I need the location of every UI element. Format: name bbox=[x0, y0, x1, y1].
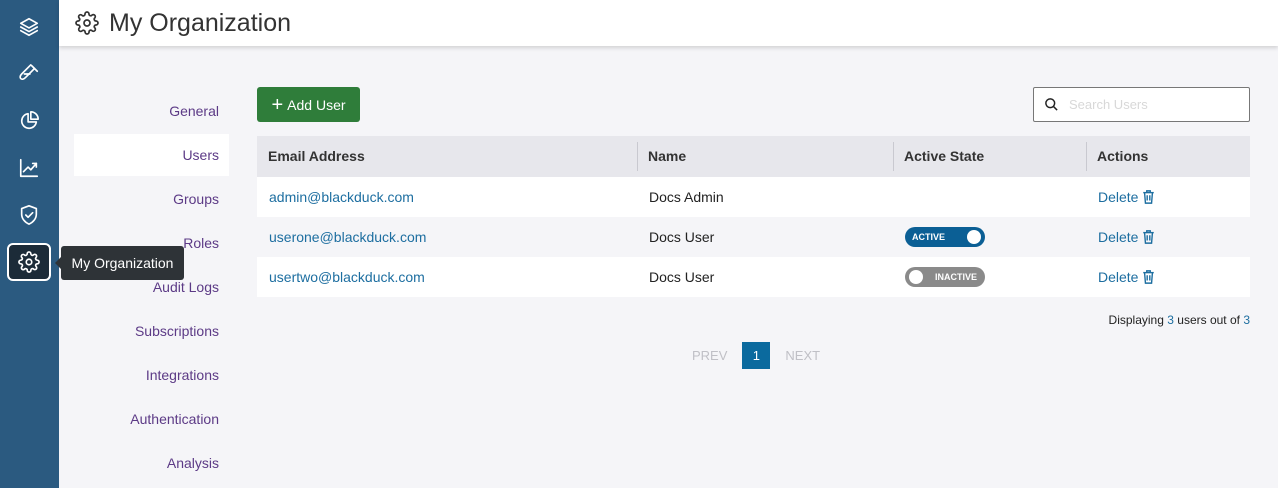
summary-shown-count: 3 bbox=[1167, 313, 1174, 327]
add-user-button[interactable]: + Add User bbox=[257, 87, 360, 122]
trend-chart-icon bbox=[19, 158, 39, 178]
shield-check-icon bbox=[20, 205, 38, 225]
trash-icon bbox=[1143, 190, 1155, 204]
rail-item-reports[interactable] bbox=[7, 149, 51, 187]
toggle-label: INACTIVE bbox=[934, 272, 977, 282]
nav-item-users[interactable]: Users bbox=[74, 134, 229, 176]
delete-label: Delete bbox=[1098, 269, 1139, 285]
nav-item-authentication[interactable]: Authentication bbox=[74, 398, 229, 440]
toggle-knob bbox=[967, 230, 981, 244]
nav-item-general[interactable]: General bbox=[74, 90, 229, 132]
user-name: Docs User bbox=[649, 269, 715, 285]
rail-item-my-organization[interactable] bbox=[7, 243, 51, 281]
rail-item-dashboard[interactable] bbox=[7, 102, 51, 140]
rail-tooltip: My Organization bbox=[55, 246, 184, 280]
search-input[interactable] bbox=[1069, 97, 1239, 112]
results-summary: Displaying 3 users out of 3 bbox=[1109, 313, 1250, 327]
nav-item-integrations[interactable]: Integrations bbox=[74, 354, 229, 396]
column-header-active-state[interactable]: Active State bbox=[893, 136, 1086, 177]
trash-icon bbox=[1143, 230, 1155, 244]
column-header-email[interactable]: Email Address bbox=[257, 136, 637, 177]
add-user-label: Add User bbox=[287, 96, 346, 113]
plus-icon: + bbox=[271, 93, 284, 116]
rail-item-projects[interactable] bbox=[7, 8, 51, 46]
summary-total-count: 3 bbox=[1243, 313, 1250, 327]
nav-item-subscriptions[interactable]: Subscriptions bbox=[74, 310, 229, 352]
table-header: Email Address Name Active State Actions bbox=[257, 136, 1250, 177]
active-state-cell: INACTIVE bbox=[893, 267, 1086, 287]
app-rail bbox=[0, 0, 59, 488]
gear-icon bbox=[18, 251, 40, 273]
search-icon bbox=[1045, 98, 1058, 111]
table-row: admin@blackduck.com Docs Admin Delete bbox=[257, 177, 1250, 217]
column-header-name[interactable]: Name bbox=[637, 136, 893, 177]
prev-page-button[interactable]: PREV bbox=[692, 348, 727, 363]
toggle-label: ACTIVE bbox=[912, 232, 946, 242]
delete-button[interactable]: Delete bbox=[1098, 189, 1250, 205]
delete-label: Delete bbox=[1098, 229, 1139, 245]
pie-chart-icon bbox=[20, 111, 39, 130]
table-row: userone@blackduck.com Docs User ACTIVE D… bbox=[257, 217, 1250, 257]
gear-icon bbox=[75, 11, 99, 35]
page-header: My Organization bbox=[59, 0, 1278, 46]
active-state-toggle[interactable]: INACTIVE bbox=[905, 267, 985, 287]
user-email-link[interactable]: userone@blackduck.com bbox=[257, 229, 637, 245]
delete-button[interactable]: Delete bbox=[1098, 269, 1250, 285]
user-email-link[interactable]: admin@blackduck.com bbox=[257, 189, 637, 205]
page-title: My Organization bbox=[109, 8, 292, 37]
actions-cell: Delete bbox=[1086, 189, 1250, 205]
next-page-button[interactable]: NEXT bbox=[785, 348, 820, 363]
nav-item-analysis[interactable]: Analysis bbox=[74, 442, 229, 484]
delete-button[interactable]: Delete bbox=[1098, 229, 1250, 245]
delete-label: Delete bbox=[1098, 189, 1139, 205]
user-name: Docs Admin bbox=[649, 189, 724, 205]
active-state-toggle[interactable]: ACTIVE bbox=[905, 227, 985, 247]
pagination: PREV 1 NEXT bbox=[692, 342, 820, 369]
actions-cell: Delete bbox=[1086, 229, 1250, 245]
rail-item-components[interactable] bbox=[7, 55, 51, 93]
user-email-link[interactable]: usertwo@blackduck.com bbox=[257, 269, 637, 285]
column-header-actions: Actions bbox=[1086, 136, 1250, 177]
layers-icon bbox=[19, 17, 39, 37]
rail-item-policies[interactable] bbox=[7, 196, 51, 234]
actions-cell: Delete bbox=[1086, 269, 1250, 285]
trash-icon bbox=[1143, 270, 1155, 284]
current-page-button[interactable]: 1 bbox=[742, 342, 771, 369]
table-row: usertwo@blackduck.com Docs User INACTIVE… bbox=[257, 257, 1250, 297]
user-name: Docs User bbox=[649, 229, 715, 245]
nav-item-groups[interactable]: Groups bbox=[74, 178, 229, 220]
summary-middle: users out of bbox=[1177, 313, 1240, 327]
users-panel: + Add User Email Address Name Active Sta… bbox=[229, 46, 1278, 488]
users-table: Email Address Name Active State Actions … bbox=[257, 136, 1250, 297]
toggle-knob bbox=[909, 270, 923, 284]
summary-prefix: Displaying bbox=[1108, 313, 1164, 327]
vial-icon bbox=[19, 64, 39, 81]
active-state-cell: ACTIVE bbox=[893, 227, 1086, 247]
search-box[interactable] bbox=[1033, 87, 1250, 122]
